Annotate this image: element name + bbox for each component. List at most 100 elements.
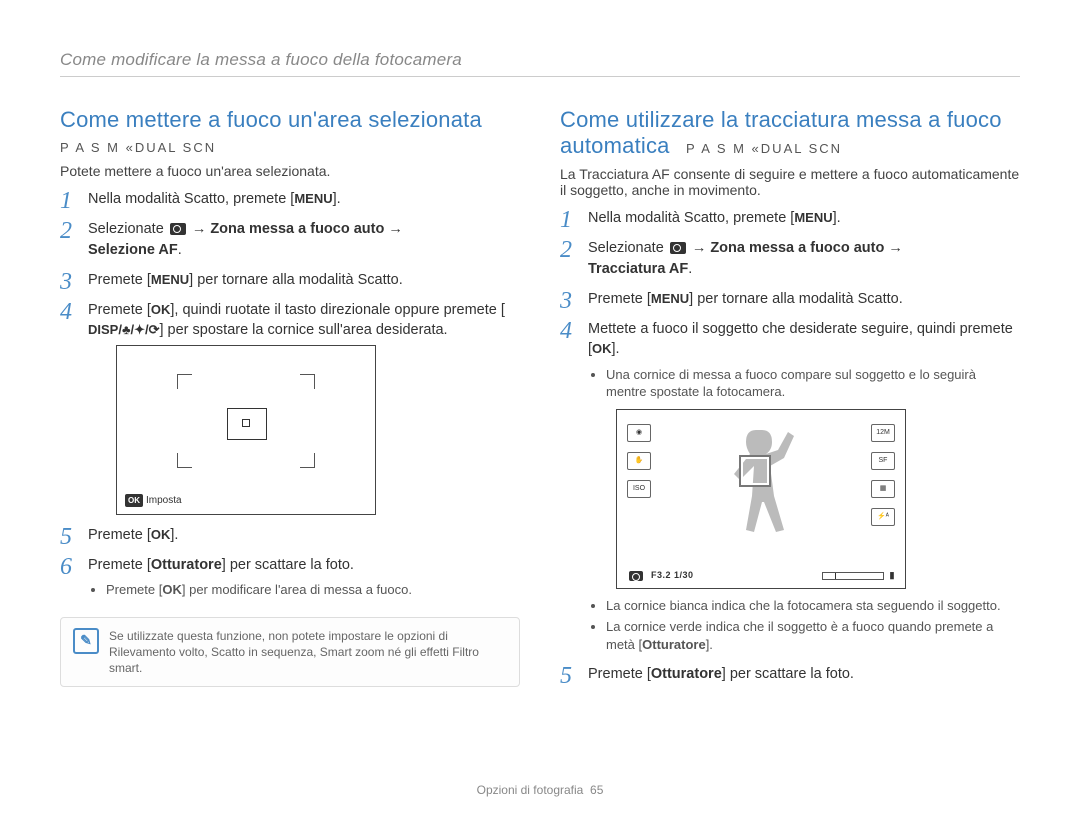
page-number: 65 [590,783,603,797]
text: Premete [ [588,666,651,682]
step-3: Premete [MENU] per tornare alla modalità… [60,270,520,290]
text: Selezionate [588,240,668,256]
ok-key: OK [592,340,612,358]
note-box: ✎ Se utilizzate questa funzione, non pot… [60,617,520,688]
text: ], quindi ruotate il tasto direzionale o… [170,302,505,318]
corner-marker [177,374,192,389]
step-1: Nella modalità Scatto, premete [MENU]. [60,189,520,209]
step-2: Selezionate →Zona messa a fuoco auto→Tra… [560,238,1020,279]
right-steps: Nella modalità Scatto, premete [MENU]. S… [560,208,1020,684]
quality-icon: SF [871,452,895,470]
ok-badge: OK [125,494,143,507]
sub-item: La cornice bianca indica che la fotocame… [606,597,1020,615]
option-selezione-af: Selezione AF [88,242,178,258]
text: ] per scattare la foto. [722,666,854,682]
option-zona: Zona messa a fuoco auto [710,240,884,256]
text: ]. [706,637,713,652]
sub-item: Una cornice di messa a fuoco compare sul… [606,366,1020,401]
text: ]. [612,341,620,357]
step-5: Premete [Otturatore] per scattare la fot… [560,664,1020,684]
flash-icon: ⚡ᴬ [871,508,895,526]
left-column: Come mettere a fuoco un'area selezionata… [60,107,520,694]
screen-footer-label: OKImposta [125,494,182,508]
step-5: Premete [OK]. [60,525,520,545]
step-3: Premete [MENU] per tornare alla modalità… [560,289,1020,309]
step-6: Premete [Otturatore] per scattare la fot… [60,555,520,599]
note-text: Se utilizzate questa funzione, non potet… [109,628,507,677]
step-4-sub: Una cornice di messa a fuoco compare sul… [588,366,1020,401]
arrow-icon: → [888,240,903,256]
osd-right-icons: 12M SF ▦ ⚡ᴬ [871,424,895,526]
tracking-box [739,455,771,487]
text: Premete [ [588,291,651,307]
sub-item: Premete [OK] per modificare l'area di me… [106,581,520,599]
footer-section: Opzioni di fotografia [477,783,584,797]
sub-item: La cornice verde indica che il soggetto … [606,618,1020,653]
step-1: Nella modalità Scatto, premete [MENU]. [560,208,1020,228]
mode-icon: ◉ [627,424,651,442]
step-4-notes: La cornice bianca indica che la fotocame… [588,597,1020,654]
shutter-key: Otturatore [651,666,722,682]
text: ]. [333,191,341,207]
text: ] per tornare alla modalità Scatto. [689,291,903,307]
osd-left-icons: ◉ ✋ ISO [627,424,651,498]
text: ] per scattare la foto. [222,557,354,573]
menu-key: MENU [151,271,189,289]
option-zona: Zona messa a fuoco auto [210,221,384,237]
step-4: Mettete a fuoco il soggetto che desidera… [560,319,1020,653]
page-header: Come modificare la messa a fuoco della f… [60,50,1020,77]
left-intro: Potete mettere a fuoco un'area seleziona… [60,163,520,179]
camera-icon [629,571,643,581]
stabilizer-icon: ✋ [627,452,651,470]
corner-marker [300,453,315,468]
right-intro: La Tracciatura AF consente di seguire e … [560,166,1020,198]
ok-key: OK [151,301,171,319]
step-6-sub: Premete [OK] per modificare l'area di me… [88,581,520,599]
step-2: Selezionate →Zona messa a fuoco auto→ Sel… [60,219,520,260]
tracking-screen: ◉ ✋ ISO 12M SF ▦ ⚡ᴬ [616,409,906,589]
menu-key: MENU [651,290,689,308]
text: ] per spostare la cornice sull'area desi… [160,322,448,338]
nav-keys: DISP/♣/✦/⟳ [88,321,160,339]
focus-box [227,408,267,440]
arrow-icon: → [692,240,707,256]
shutter-key: Otturatore [642,637,706,652]
right-title: Come utilizzare la tracciatura messa a f… [560,107,1020,160]
menu-key: MENU [294,190,332,208]
text: Selezionate [88,221,168,237]
arrow-icon: → [192,221,207,237]
menu-key: MENU [794,209,832,227]
subject-silhouette [722,430,802,586]
arrow-icon: → [388,221,403,237]
camera-icon [170,223,186,235]
ok-key: OK [151,526,171,544]
text: Premete [ [88,272,151,288]
note-icon: ✎ [73,628,99,654]
camera-icon [670,242,686,254]
left-title: Come mettere a fuoco un'area selezionata [60,107,520,133]
two-column-layout: Come mettere a fuoco un'area selezionata… [60,107,1020,694]
text: Nella modalità Scatto, premete [ [88,191,294,207]
iso-icon: ISO [627,480,651,498]
left-steps: Nella modalità Scatto, premete [MENU]. S… [60,189,520,599]
option-tracciatura-af: Tracciatura AF [588,261,688,277]
text: Premete [ [88,527,151,543]
text: ] per tornare alla modalità Scatto. [189,272,403,288]
shutter-key: Otturatore [151,557,222,573]
text: Premete [ [88,302,151,318]
focus-area-screen: OKImposta [116,345,376,515]
mode-indicator-left: P A S M «DUAL SCN [60,140,216,155]
zoom-bar [822,572,884,580]
corner-marker [300,374,315,389]
mode-indicator-right: P A S M «DUAL SCN [686,141,842,156]
step-4: Premete [OK], quindi ruotate il tasto di… [60,300,520,515]
text: ]. [833,210,841,226]
text: ]. [170,527,178,543]
osd-bottom: F3.2 1/30 ▮ [627,569,895,582]
corner-marker [177,453,192,468]
text: Nella modalità Scatto, premete [ [588,210,794,226]
text: Premete [ [88,557,151,573]
page-footer: Opzioni di fotografia 65 [0,783,1080,797]
size-icon: 12M [871,424,895,442]
right-column: Come utilizzare la tracciatura messa a f… [560,107,1020,694]
